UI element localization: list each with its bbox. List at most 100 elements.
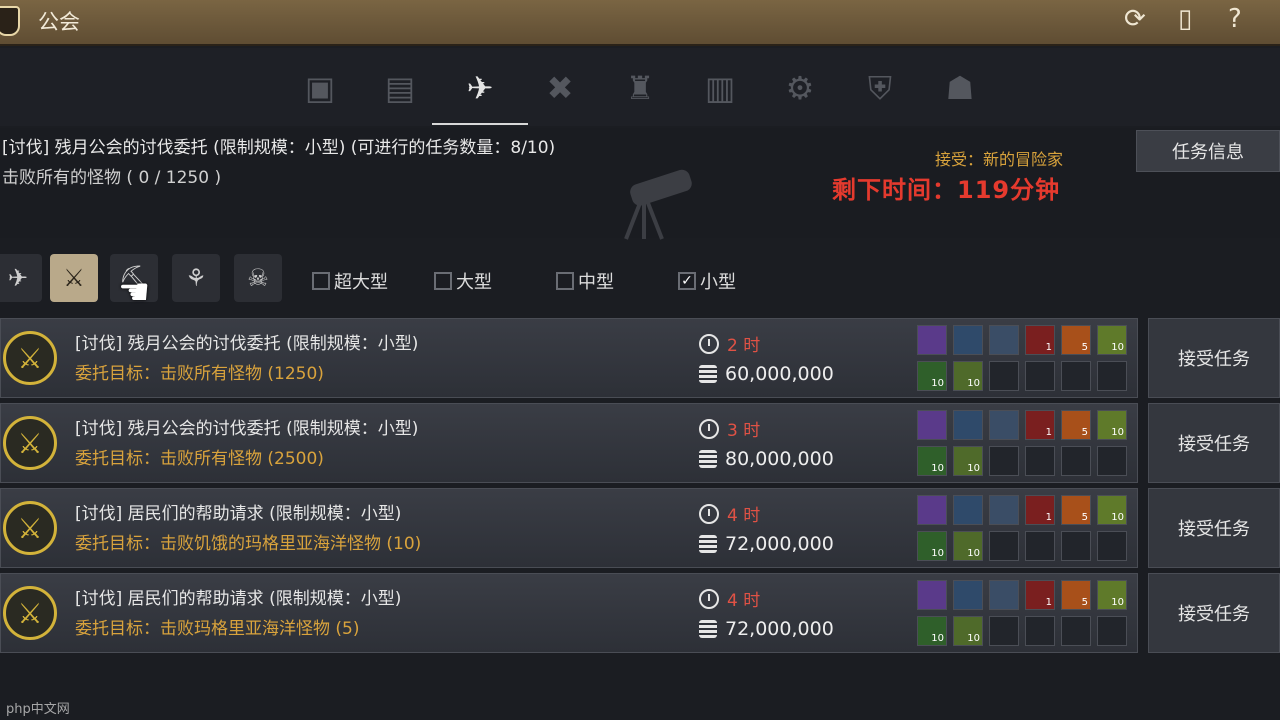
checkbox-medium[interactable] [556,272,574,290]
window-title: 公会 [38,10,80,34]
quest-card[interactable]: ⚔ [讨伐] 居民们的帮助请求 (限制规模：小型) 委托目标：击败玛格里亚海洋怪… [0,573,1138,653]
reward-slot[interactable]: 10 [917,361,947,391]
tab-guild-quests[interactable]: ✈ [432,60,528,125]
reward-slot[interactable] [989,410,1019,440]
refresh-icon[interactable]: ⟳ [1124,4,1146,34]
quest-card[interactable]: ⚔ [讨伐] 居民们的帮助请求 (限制规模：小型) 委托目标：击败饥饿的玛格里亚… [0,488,1138,568]
reward-slot[interactable] [1097,531,1127,561]
reward-slot[interactable]: 10 [1097,325,1127,355]
reward-slot[interactable] [1061,531,1091,561]
reward-slot[interactable]: 1 [1025,325,1055,355]
clock-icon [699,503,719,524]
tab-armor[interactable]: ⛨ [844,60,916,116]
checkbox-superlarge[interactable] [312,272,330,290]
reward-slot[interactable]: 5 [1061,495,1091,525]
guild-info-icon: ▣ [304,69,336,107]
reward-slot[interactable] [1025,446,1055,476]
reward-slot[interactable]: 10 [1097,580,1127,610]
quest-title: [讨伐] 残月公会的讨伐委托 (限制规模：小型) [75,419,419,439]
reward-slot[interactable] [917,325,947,355]
reward-slot[interactable]: 10 [953,446,983,476]
quest-duration: 2 时 [699,331,760,356]
reward-slot[interactable] [1025,616,1055,646]
current-quest-progress: 击败所有的怪物 ( 0 / 1250 ) [2,168,222,188]
reward-slot[interactable] [917,580,947,610]
reward-slot[interactable]: 10 [953,531,983,561]
tab-crafting[interactable]: ✖ [524,60,596,116]
reward-slot[interactable] [1097,616,1127,646]
accept-quest-button[interactable]: 接受任务 [1148,318,1280,398]
reward-slot[interactable]: 5 [1061,580,1091,610]
reward-slot[interactable] [1025,361,1055,391]
quest-card[interactable]: ⚔ [讨伐] 残月公会的讨伐委托 (限制规模：小型) 委托目标：击败所有怪物 (… [0,318,1138,398]
quest-title: [讨伐] 残月公会的讨伐委托 (限制规模：小型) [75,334,419,354]
reward-slot[interactable] [989,446,1019,476]
title-bar: 公会 ⟳ ▯ ? [0,0,1280,46]
accepted-by: 接受：新的冒险家 [935,150,1064,169]
reward-slot[interactable] [989,531,1019,561]
tab-tower[interactable]: ♜ [604,60,676,116]
crossed-swords-icon: ⚔ [3,501,57,555]
reward-slot[interactable] [989,325,1019,355]
tab-members[interactable]: ▤ [364,60,436,116]
reward-slot[interactable] [989,616,1019,646]
quest-card[interactable]: ⚔ [讨伐] 残月公会的讨伐委托 (限制规模：小型) 委托目标：击败所有怪物 (… [0,403,1138,483]
reward-slots: 1 5 10 10 10 [917,580,1133,650]
filter-wagon-button[interactable]: ⚘ [172,254,220,302]
checkbox-small[interactable]: ✓ [678,272,696,290]
tab-helmet[interactable]: ☗ [924,60,996,116]
size-filter-superlarge[interactable]: 超大型 [312,268,388,294]
coin-stack-icon [699,450,717,468]
size-filter-large[interactable]: 大型 [434,268,492,294]
quest-goal: 委托目标：击败饥饿的玛格里亚海洋怪物 (10) [75,534,422,554]
help-icon[interactable]: ? [1228,4,1242,34]
filter-subjugation-button[interactable]: ⚔ [50,254,98,302]
ship-icon: ⚙ [785,69,815,107]
reward-slot[interactable]: 10 [1097,410,1127,440]
quest-info-button[interactable]: 任务信息 [1136,130,1280,172]
crossed-tools-icon: ✖ [546,69,574,107]
accept-quest-button[interactable]: 接受任务 [1148,403,1280,483]
tower-icon: ♜ [625,69,655,107]
document-icon[interactable]: ▯ [1178,4,1192,34]
size-filter-medium[interactable]: 中型 [556,268,614,294]
reward-slot[interactable] [989,361,1019,391]
reward-slot[interactable] [989,495,1019,525]
reward-slot[interactable] [1097,361,1127,391]
reward-slot[interactable]: 10 [953,361,983,391]
tab-ship[interactable]: ⚙ [764,60,836,116]
accept-quest-button[interactable]: 接受任务 [1148,488,1280,568]
reward-slot[interactable] [1097,446,1127,476]
reward-slot[interactable] [1025,531,1055,561]
reward-slot[interactable] [1061,446,1091,476]
list-item: ⚔ [讨伐] 居民们的帮助请求 (限制规模：小型) 委托目标：击败玛格里亚海洋怪… [0,573,1280,653]
reward-slot[interactable]: 5 [1061,410,1091,440]
quest-reward-silver: 80,000,000 [699,448,834,470]
reward-slot[interactable] [953,410,983,440]
reward-slot[interactable]: 10 [917,616,947,646]
quest-title: [讨伐] 居民们的帮助请求 (限制规模：小型) [75,504,402,524]
reward-slot[interactable]: 1 [1025,495,1055,525]
reward-slot[interactable] [1061,616,1091,646]
size-filter-small[interactable]: ✓ 小型 [678,268,736,294]
reward-slot[interactable] [953,580,983,610]
reward-slot[interactable]: 10 [917,446,947,476]
reward-slot[interactable]: 10 [953,616,983,646]
checkbox-large[interactable] [434,272,452,290]
accept-quest-button[interactable]: 接受任务 [1148,573,1280,653]
reward-slot[interactable] [953,495,983,525]
tab-records[interactable]: ▥ [684,60,756,116]
reward-slot[interactable] [1061,361,1091,391]
filter-boss-button[interactable]: ☠ [234,254,282,302]
filter-cannon-button[interactable]: ✈ [0,254,42,302]
reward-slot[interactable]: 1 [1025,580,1055,610]
reward-slot[interactable] [953,325,983,355]
reward-slot[interactable] [917,495,947,525]
reward-slot[interactable] [989,580,1019,610]
reward-slot[interactable]: 10 [1097,495,1127,525]
tab-guild-info[interactable]: ▣ [284,60,356,116]
reward-slot[interactable]: 5 [1061,325,1091,355]
reward-slot[interactable] [917,410,947,440]
reward-slot[interactable]: 10 [917,531,947,561]
reward-slot[interactable]: 1 [1025,410,1055,440]
